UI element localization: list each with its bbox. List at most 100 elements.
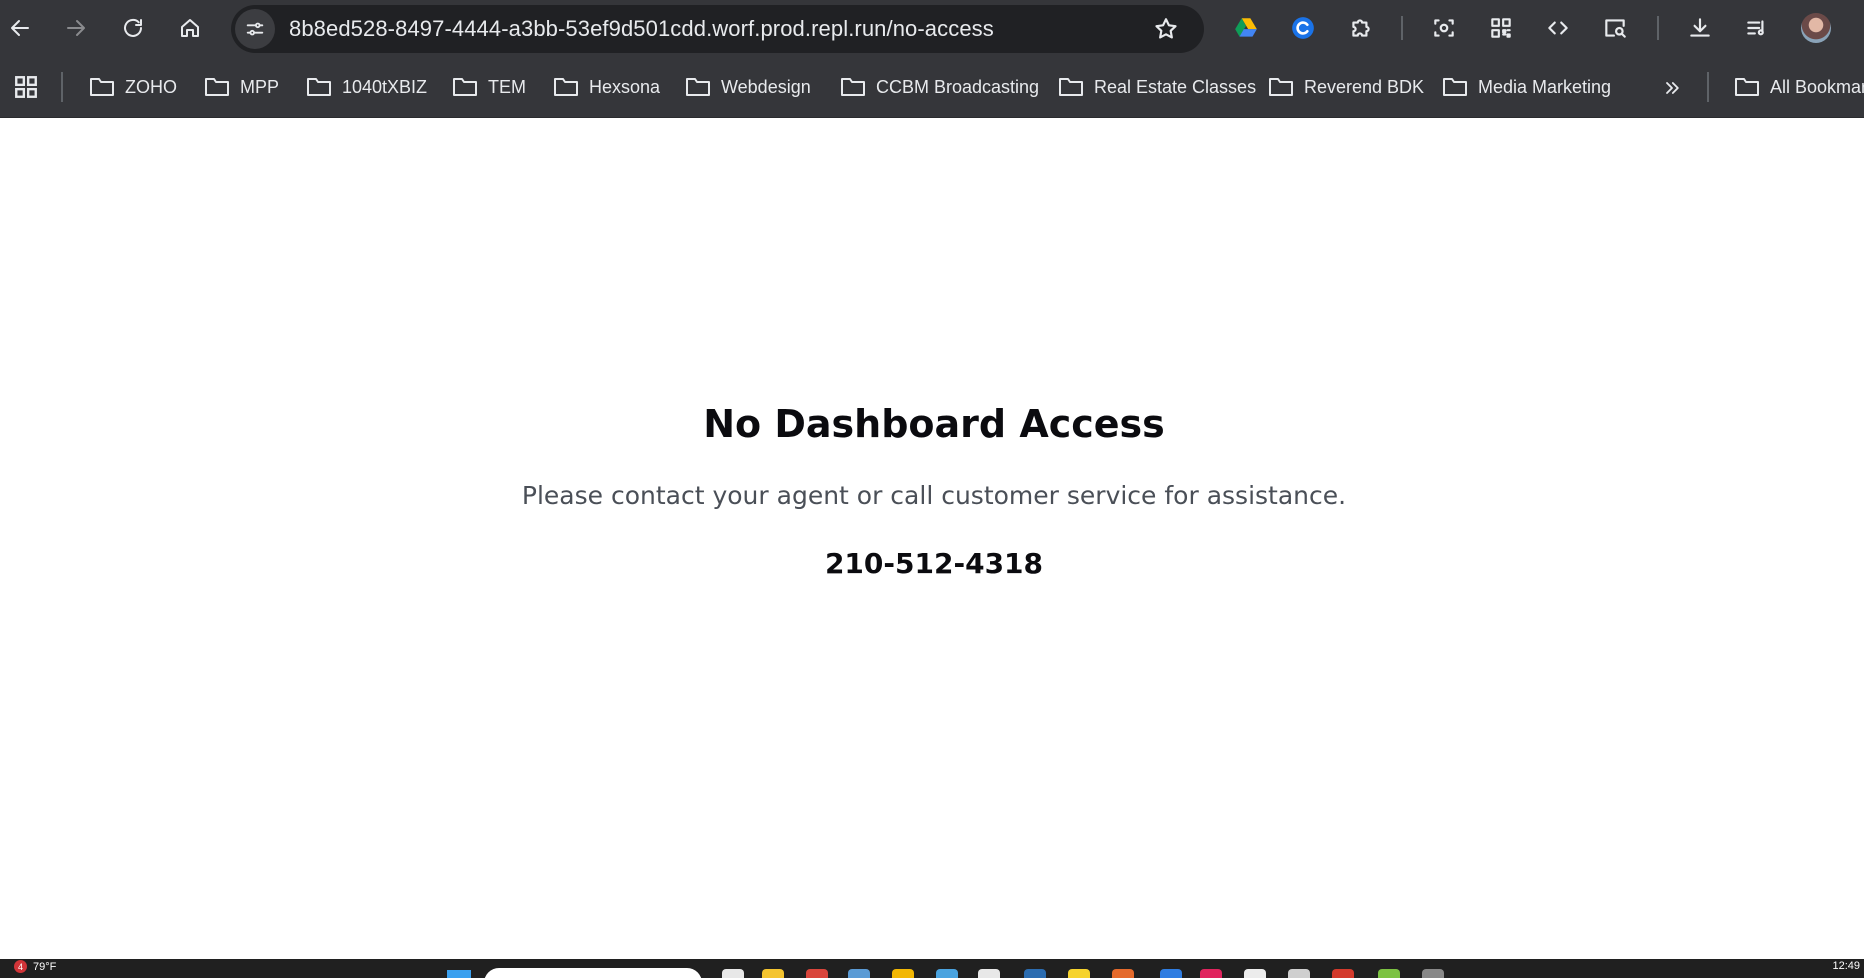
qr-code-button[interactable] xyxy=(1481,8,1521,48)
puzzle-icon xyxy=(1352,19,1370,37)
taskbar-app-icon[interactable] xyxy=(936,969,958,978)
windows-start-button[interactable] xyxy=(447,970,471,978)
bookmark-label: Real Estate Classes xyxy=(1094,76,1257,97)
folder-icon xyxy=(307,78,331,96)
profile-button[interactable] xyxy=(1796,8,1836,48)
bookmark-label: Webdesign xyxy=(721,76,811,97)
home-icon xyxy=(181,19,199,37)
bookmark-label: Media Marketing xyxy=(1478,76,1612,97)
page-title: No Dashboard Access xyxy=(703,402,1165,446)
taskbar-app-icon[interactable] xyxy=(1244,969,1266,978)
google-drive-button[interactable] xyxy=(1226,8,1266,48)
taskbar-app-icon[interactable] xyxy=(848,969,870,978)
toolbar-divider xyxy=(1401,16,1403,40)
taskbar-app-icon[interactable] xyxy=(1288,969,1310,978)
qr-code-icon xyxy=(1491,18,1511,38)
profile-avatar xyxy=(1801,13,1831,43)
taskbar-app-icon[interactable] xyxy=(806,969,828,978)
folder-icon xyxy=(554,78,578,96)
bookmark-folder-ccbm-broadcasting[interactable]: CCBM Broadcasting xyxy=(836,69,1043,105)
taskbar-clock[interactable]: 12:49 xyxy=(1832,960,1860,972)
access-message: Please contact your agent or call custom… xyxy=(521,481,1347,510)
folder-icon xyxy=(841,78,865,96)
bookmark-label: ZOHO xyxy=(125,76,177,97)
taskbar-app-icon[interactable] xyxy=(1332,969,1354,978)
taskbar-app-icon[interactable] xyxy=(1160,969,1182,978)
customer-service-phone: 210-512-4318 xyxy=(824,547,1044,580)
arrow-right-icon xyxy=(67,20,85,36)
back-button[interactable] xyxy=(0,8,40,48)
weather-widget[interactable]: 4 79°F xyxy=(14,960,56,973)
taskbar-app-icon[interactable] xyxy=(978,969,1000,978)
bookmark-folder-real-estate-classes[interactable]: Real Estate Classes xyxy=(1054,69,1260,105)
folder-icon xyxy=(1059,78,1083,96)
folder-icon xyxy=(205,78,229,96)
bookmark-folder-hexsona[interactable]: Hexsona xyxy=(549,69,664,105)
folder-icon xyxy=(1735,78,1759,96)
download-button[interactable] xyxy=(1680,8,1720,48)
reload-icon xyxy=(124,18,142,37)
taskbar-app-icon[interactable] xyxy=(1200,969,1222,978)
bookmarks-divider xyxy=(61,72,63,102)
bookmark-label: TEM xyxy=(488,76,526,97)
media-queue-button[interactable] xyxy=(1737,8,1777,48)
bookmark-folder-tem[interactable]: TEM xyxy=(448,69,530,105)
extension-c-icon xyxy=(1292,17,1314,39)
bookmark-label: Hexsona xyxy=(589,76,661,97)
taskbar-app-icon[interactable] xyxy=(1068,969,1090,978)
star-icon xyxy=(1155,18,1177,39)
bookmark-folder-1040txbiz[interactable]: 1040tXBIZ xyxy=(302,69,431,105)
bookmark-folder-media-marketing[interactable]: Media Marketing xyxy=(1438,69,1615,105)
extension-c-button[interactable] xyxy=(1283,8,1323,48)
browser-toolbar: 8b8ed528-8497-4444-a3bb-53ef9d501cdd.wor… xyxy=(0,0,1864,56)
url-text[interactable]: 8b8ed528-8497-4444-a3bb-53ef9d501cdd.wor… xyxy=(289,16,994,42)
site-info-button[interactable] xyxy=(235,9,275,49)
bookmark-label: 1040tXBIZ xyxy=(342,76,428,97)
page-content: No Dashboard Access Please contact your … xyxy=(0,119,1864,959)
code-button[interactable] xyxy=(1538,8,1578,48)
bookmark-folder-zoho[interactable]: ZOHO xyxy=(85,69,181,105)
taskbar-app-icon[interactable] xyxy=(892,969,914,978)
extensions-button[interactable] xyxy=(1341,8,1381,48)
weather-temp: 79°F xyxy=(33,960,57,973)
bookmarks-divider xyxy=(1707,72,1709,102)
bookmark-label: MPP xyxy=(240,76,280,97)
folder-icon xyxy=(1269,78,1293,96)
bookmark-folder-webdesign[interactable]: Webdesign xyxy=(681,69,815,105)
toolbar-divider xyxy=(1657,16,1659,40)
chevron-double-right-icon xyxy=(1666,82,1679,94)
google-drive-icon xyxy=(1235,18,1257,37)
search-page-icon xyxy=(1605,19,1626,38)
home-button[interactable] xyxy=(170,8,210,48)
media-queue-icon xyxy=(1747,20,1764,36)
apps-button[interactable] xyxy=(10,71,42,103)
os-taskbar: 4 79°F 12:49 xyxy=(0,959,1864,978)
taskbar-app-icon[interactable] xyxy=(1378,969,1400,978)
bookmarks-overflow-button[interactable] xyxy=(1656,72,1688,104)
bookmark-star-button[interactable] xyxy=(1150,13,1182,45)
taskbar-app-icon[interactable] xyxy=(762,969,784,978)
taskbar-app-icon[interactable] xyxy=(722,969,744,978)
taskbar-search-box[interactable] xyxy=(484,968,702,978)
all-bookmarks-button[interactable]: All Bookmar xyxy=(1730,69,1864,105)
bookmarks-bar: ZOHO MPP 1040tXBIZ TEM Hexsona Webdesign… xyxy=(0,56,1864,118)
folder-icon xyxy=(686,78,710,96)
bookmark-folder-reverend-bdk[interactable]: Reverend BDK xyxy=(1264,69,1428,105)
reload-button[interactable] xyxy=(113,8,153,48)
screenshot-icon xyxy=(1434,19,1454,37)
bookmark-folder-mpp[interactable]: MPP xyxy=(200,69,283,105)
notification-badge: 4 xyxy=(14,960,27,973)
taskbar-app-icon[interactable] xyxy=(1024,969,1046,978)
screenshot-button[interactable] xyxy=(1424,8,1464,48)
address-bar[interactable]: 8b8ed528-8497-4444-a3bb-53ef9d501cdd.wor… xyxy=(231,5,1204,53)
code-icon xyxy=(1548,21,1568,35)
forward-button[interactable] xyxy=(56,8,96,48)
taskbar-app-icon[interactable] xyxy=(1112,969,1134,978)
folder-icon xyxy=(1443,78,1467,96)
bookmark-label: CCBM Broadcasting xyxy=(876,76,1040,97)
arrow-left-icon xyxy=(11,20,29,36)
taskbar-app-icon[interactable] xyxy=(1422,969,1444,978)
search-page-button[interactable] xyxy=(1595,8,1635,48)
bookmark-label: Reverend BDK xyxy=(1304,76,1425,97)
apps-grid-icon xyxy=(15,76,37,98)
